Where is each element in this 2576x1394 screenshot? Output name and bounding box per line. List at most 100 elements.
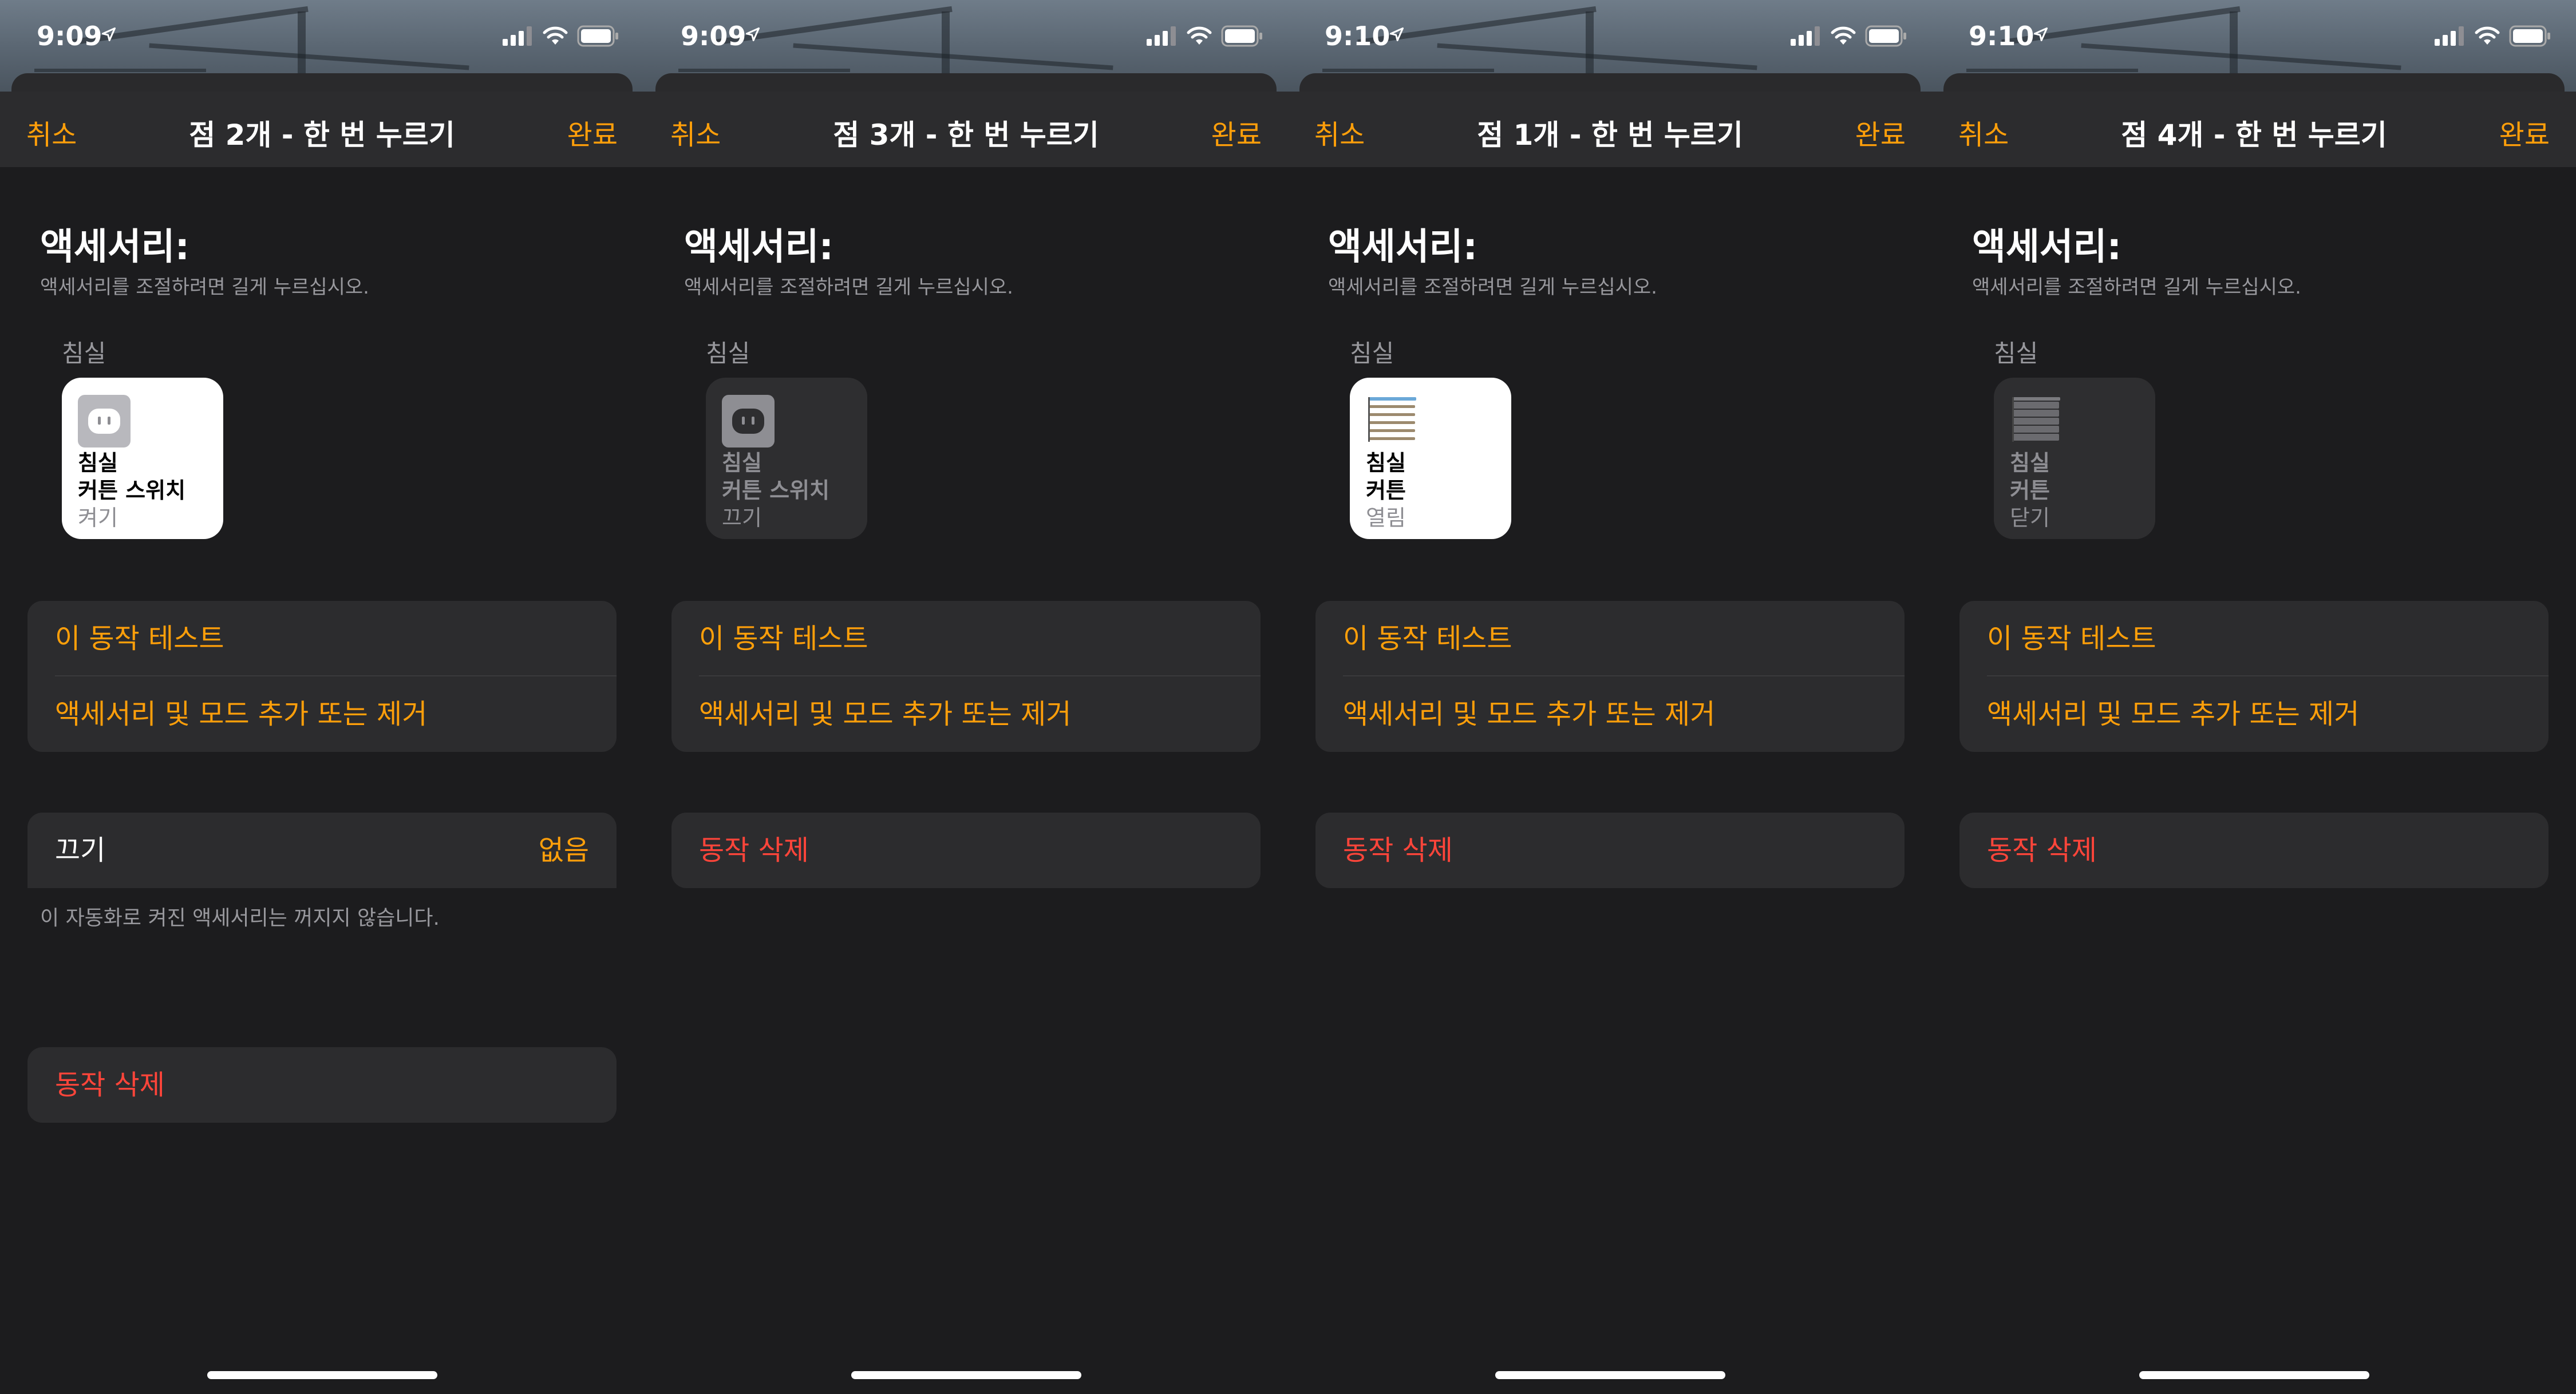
tile-room: 침실: [2010, 450, 2050, 476]
accessories-subtitle: 액세서리를 조절하려면 길게 누르십시오.: [1972, 276, 2301, 299]
phone-screen-3: 9:10 취소 점 1개 - 한 번 누르기 완료 액세서리: 액세서리를 조절…: [1288, 0, 1932, 1394]
tile-room: 침실: [1366, 450, 1406, 476]
tile-room: 침실: [78, 450, 118, 476]
blinds-open-icon: [1368, 397, 1416, 442]
delete-action-button[interactable]: 동작 삭제: [671, 813, 1261, 888]
turn-off-label: 끄기: [55, 834, 106, 866]
phone-screen-2: 9:09 취소 점 3개 - 한 번 누르기 완료 액세서리: 액세서리를 조절…: [644, 0, 1288, 1394]
accessory-tile[interactable]: 침실 커튼 열림: [1350, 378, 1511, 539]
tile-state: 닫기: [2010, 505, 2050, 530]
wifi-icon: [1187, 26, 1212, 45]
nav-title: 점 2개 - 한 번 누르기: [189, 118, 455, 152]
delete-group: 동작 삭제: [1315, 813, 1905, 888]
edit-accessories-button[interactable]: 액세서리 및 모드 추가 또는 제거: [27, 676, 617, 752]
actions-group: 이 동작 테스트 액세서리 및 모드 추가 또는 제거: [1315, 601, 1905, 752]
turn-off-group: 끄기 없음: [27, 813, 617, 888]
location-arrow-icon: [745, 27, 760, 42]
test-action-button[interactable]: 이 동작 테스트: [1315, 601, 1905, 676]
phone-screen-4: 9:10 취소 점 4개 - 한 번 누르기 완료 액세서리: 액세서리를 조절…: [1932, 0, 2576, 1394]
room-label: 침실: [62, 339, 106, 367]
cellular-signal-icon: [1791, 26, 1820, 46]
tile-name: 커튼 스위치: [722, 478, 830, 503]
home-indicator: [1495, 1371, 1725, 1379]
turn-off-note: 이 자동화로 켜진 액세서리는 꺼지지 않습니다.: [40, 906, 440, 930]
navigation-bar: 취소 점 4개 - 한 번 누르기 완료: [1932, 92, 2576, 167]
turn-off-row[interactable]: 끄기 없음: [27, 813, 617, 888]
tile-state: 열림: [1366, 505, 1406, 530]
test-action-button[interactable]: 이 동작 테스트: [1959, 601, 2549, 676]
home-indicator: [851, 1371, 1081, 1379]
nav-title: 점 1개 - 한 번 누르기: [1477, 118, 1743, 152]
tile-state: 켜기: [78, 505, 118, 530]
outlet-icon: [722, 395, 775, 447]
status-time: 9:09: [37, 21, 102, 52]
accessories-subtitle: 액세서리를 조절하려면 길게 누르십시오.: [684, 276, 1013, 299]
wifi-icon: [543, 26, 568, 45]
done-button[interactable]: 완료: [2499, 112, 2550, 152]
status-time: 9:09: [681, 21, 746, 52]
battery-icon: [577, 25, 618, 47]
accessory-tile[interactable]: 침실 커튼 닫기: [1994, 378, 2155, 539]
accessories-title: 액세서리:: [1328, 226, 1478, 268]
accessories-title: 액세서리:: [1972, 226, 2122, 268]
navigation-bar: 취소 점 2개 - 한 번 누르기 완료: [0, 92, 644, 167]
status-time: 9:10: [1325, 21, 1390, 52]
outlet-icon: [78, 395, 131, 447]
turn-off-value: 없음: [538, 834, 589, 866]
actions-group: 이 동작 테스트 액세서리 및 모드 추가 또는 제거: [1959, 601, 2549, 752]
phone-screen-1: 9:09 취소 점 2개 - 한 번 누르기 완료 액세서리: 액세서리를 조절…: [0, 0, 644, 1394]
done-button[interactable]: 완료: [1211, 112, 1262, 152]
room-label: 침실: [1994, 339, 2038, 367]
delete-action-button[interactable]: 동작 삭제: [1315, 813, 1905, 888]
status-time: 9:10: [1969, 21, 2034, 52]
tile-room: 침실: [722, 450, 762, 476]
cellular-signal-icon: [503, 26, 532, 46]
nav-title: 점 3개 - 한 번 누르기: [833, 118, 1099, 152]
test-action-button[interactable]: 이 동작 테스트: [671, 601, 1261, 676]
accessories-subtitle: 액세서리를 조절하려면 길게 누르십시오.: [1328, 276, 1657, 299]
battery-icon: [1221, 25, 1262, 47]
edit-accessories-button[interactable]: 액세서리 및 모드 추가 또는 제거: [1315, 676, 1905, 752]
status-bar: 9:10: [1288, 0, 1932, 77]
navigation-bar: 취소 점 3개 - 한 번 누르기 완료: [644, 92, 1288, 167]
status-bar: 9:10: [1932, 0, 2576, 77]
accessories-title: 액세서리:: [40, 226, 190, 268]
delete-action-button[interactable]: 동작 삭제: [27, 1047, 617, 1123]
edit-accessories-button[interactable]: 액세서리 및 모드 추가 또는 제거: [671, 676, 1261, 752]
actions-group: 이 동작 테스트 액세서리 및 모드 추가 또는 제거: [671, 601, 1261, 752]
accessory-tile[interactable]: 침실 커튼 스위치 켜기: [62, 378, 223, 539]
cellular-signal-icon: [2435, 26, 2464, 46]
delete-group: 동작 삭제: [27, 1047, 617, 1123]
actions-group: 이 동작 테스트 액세서리 및 모드 추가 또는 제거: [27, 601, 617, 752]
delete-group: 동작 삭제: [671, 813, 1261, 888]
tile-state: 끄기: [722, 505, 762, 530]
edit-accessories-button[interactable]: 액세서리 및 모드 추가 또는 제거: [1959, 676, 2549, 752]
battery-icon: [2509, 25, 2550, 47]
room-label: 침실: [1350, 339, 1394, 367]
room-label: 침실: [706, 339, 750, 367]
location-arrow-icon: [101, 27, 116, 42]
status-bar: 9:09: [644, 0, 1288, 77]
tile-name: 커튼 스위치: [78, 478, 186, 503]
wifi-icon: [1831, 26, 1856, 45]
accessories-subtitle: 액세서리를 조절하려면 길게 누르십시오.: [40, 276, 369, 299]
navigation-bar: 취소 점 1개 - 한 번 누르기 완료: [1288, 92, 1932, 167]
tile-name: 커튼: [1366, 478, 1406, 503]
location-arrow-icon: [1389, 27, 1404, 42]
cellular-signal-icon: [1147, 26, 1176, 46]
delete-action-button[interactable]: 동작 삭제: [1959, 813, 2549, 888]
wifi-icon: [2475, 26, 2500, 45]
done-button[interactable]: 완료: [567, 112, 618, 152]
delete-group: 동작 삭제: [1959, 813, 2549, 888]
blinds-closed-icon: [2012, 397, 2060, 442]
status-bar: 9:09: [0, 0, 644, 77]
tile-name: 커튼: [2010, 478, 2050, 503]
nav-title: 점 4개 - 한 번 누르기: [2121, 118, 2387, 152]
done-button[interactable]: 완료: [1855, 112, 1906, 152]
home-indicator: [2139, 1371, 2369, 1379]
home-indicator: [207, 1371, 437, 1379]
accessories-title: 액세서리:: [684, 226, 834, 268]
test-action-button[interactable]: 이 동작 테스트: [27, 601, 617, 676]
accessory-tile[interactable]: 침실 커튼 스위치 끄기: [706, 378, 867, 539]
location-arrow-icon: [2033, 27, 2048, 42]
